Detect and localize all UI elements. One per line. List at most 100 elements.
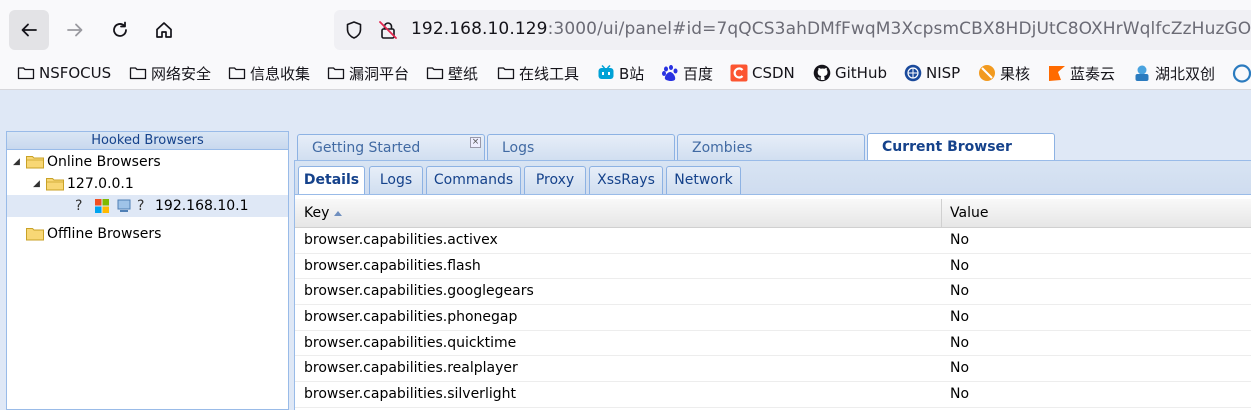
column-header-label: Key: [304, 205, 330, 221]
browser-toolbar: 192.168.10.129:3000/ui/panel#id=7qQCS3ah…: [0, 0, 1251, 56]
reload-icon: [113, 21, 127, 37]
folder-icon: [17, 67, 35, 80]
cell-value: No: [950, 232, 970, 248]
forward-button[interactable]: [55, 10, 95, 50]
table-row[interactable]: browser.capabilities.flash No: [295, 254, 1251, 280]
tree-node-offline-browsers[interactable]: Offline Browsers: [13, 223, 161, 245]
bookmark-guohe[interactable]: 果核: [978, 62, 1030, 84]
lanzou-icon: [1049, 66, 1065, 81]
folder-open-icon: [26, 156, 44, 169]
cell-key: browser.capabilities.silverlight: [304, 386, 516, 403]
bookmark-github[interactable]: GitHub: [813, 62, 887, 84]
bookmark-baidu[interactable]: 百度: [661, 62, 713, 84]
address-bar[interactable]: 192.168.10.129:3000/ui/panel#id=7qQCS3ah…: [334, 10, 1251, 50]
arrow-right-icon: [67, 23, 83, 37]
tree-node-online-browsers[interactable]: ◢ Online Browsers: [13, 151, 161, 173]
back-button[interactable]: [9, 10, 49, 50]
column-header-key[interactable]: Key: [295, 199, 942, 228]
bookmark-label: 网络安全: [151, 64, 212, 83]
tab-label: Logs: [502, 140, 535, 156]
tab-commands[interactable]: Commands: [426, 166, 521, 194]
tab-zombies[interactable]: Zombies: [677, 134, 865, 161]
folder-icon: [228, 67, 246, 80]
unknown-plugin-icon: ?: [137, 198, 145, 214]
tab-proxy[interactable]: Proxy: [524, 166, 586, 194]
shield-icon[interactable]: [344, 20, 364, 40]
cell-key: browser.capabilities.flash: [304, 257, 481, 274]
folder-icon: [426, 67, 444, 80]
tree-node-label: Offline Browsers: [47, 226, 162, 242]
tree-node-hooked-browser[interactable]: ? ? 192.168.10.1: [7, 195, 288, 217]
tab-logs[interactable]: Logs: [487, 134, 675, 161]
github-icon: [813, 64, 831, 82]
panel-title: Hooked Browsers: [7, 132, 288, 150]
tree-node-label: 127.0.0.1: [67, 176, 134, 192]
bookmark-csdn[interactable]: CSDN: [730, 62, 795, 84]
bookmark-label: CSDN: [752, 64, 795, 82]
column-header-value[interactable]: Value: [942, 199, 1251, 228]
bookmark-label: 果核: [1000, 64, 1031, 83]
home-button[interactable]: [144, 10, 184, 50]
tab-getting-started[interactable]: Getting Started ×: [297, 134, 485, 161]
tab-logs-sub[interactable]: Logs: [369, 166, 423, 194]
tab-network[interactable]: Network: [666, 166, 741, 194]
table-row[interactable]: browser.capabilities.activex No: [295, 228, 1251, 254]
bookmark-label: 湖北双创: [1155, 64, 1216, 83]
main-tab-bar: Getting Started × Logs Zombies Current B…: [294, 131, 1251, 162]
more-bookmarks-icon[interactable]: [1232, 64, 1251, 83]
bookmark-label: 壁纸: [448, 64, 479, 83]
folder-icon: [129, 67, 147, 80]
bookmark-label: 百度: [683, 64, 714, 83]
bookmark-label: 信息收集: [250, 64, 311, 83]
folder-icon: [497, 67, 515, 80]
bookmark-xinxishouji[interactable]: 信息收集: [228, 62, 310, 84]
table-row[interactable]: browser.capabilities.silverlight No: [295, 382, 1251, 408]
cell-key: browser.capabilities.quicktime: [304, 334, 517, 351]
tab-details[interactable]: Details: [298, 166, 365, 194]
cell-value: No: [950, 334, 970, 351]
tree-node-label: Online Browsers: [47, 154, 161, 170]
table-row[interactable]: browser.capabilities.realplayer No: [295, 356, 1251, 383]
nisp-icon: [904, 64, 922, 82]
reload-button[interactable]: [100, 10, 140, 50]
bookmark-bilibili[interactable]: B站: [597, 62, 644, 84]
bookmark-lanzouyun[interactable]: 蓝奏云: [1048, 62, 1115, 84]
cell-value: No: [950, 386, 970, 403]
guohe-icon: [979, 65, 995, 81]
bookmark-zaixiangongju[interactable]: 在线工具: [497, 62, 579, 84]
bookmark-label: 蓝奏云: [1070, 64, 1116, 83]
expand-caret-icon[interactable]: ◢: [13, 157, 23, 167]
table-row[interactable]: browser.capabilities.phonegap No: [295, 305, 1251, 331]
hardware-desktop-icon: [117, 199, 131, 212]
home-icon: [156, 22, 172, 38]
table-row[interactable]: browser.capabilities.quicktime No: [295, 331, 1251, 357]
arrow-left-icon: [21, 23, 37, 37]
cell-key: browser.capabilities.phonegap: [304, 309, 518, 326]
unknown-browser-icon: ?: [75, 198, 83, 214]
bookmark-hubeishuangchuang[interactable]: 湖北双创: [1133, 62, 1215, 84]
bookmark-label: GitHub: [835, 64, 887, 82]
close-icon[interactable]: ×: [470, 137, 481, 148]
hubei-icon: [1135, 65, 1149, 81]
tab-xssrays[interactable]: XssRays: [589, 166, 663, 194]
bookmark-loudongpingtai[interactable]: 漏洞平台: [327, 62, 409, 84]
details-grid-body: browser.capabilities.activex No browser.c…: [295, 228, 1251, 408]
url-text[interactable]: 192.168.10.129:3000/ui/panel#id=7qQCS3ah…: [411, 19, 1251, 39]
bookmark-nisp[interactable]: NISP: [904, 62, 960, 84]
tab-current-browser[interactable]: Current Browser: [867, 133, 1055, 162]
bookmark-label: B站: [619, 64, 645, 83]
tree-node-host[interactable]: ◢ 127.0.0.1: [33, 173, 134, 195]
tab-label: Current Browser: [882, 139, 1012, 155]
expand-caret-icon[interactable]: ◢: [33, 179, 43, 189]
insecure-lock-icon[interactable]: [378, 20, 398, 40]
bookmark-wangluoanquan[interactable]: 网络安全: [129, 62, 211, 84]
bookmark-nsfocus[interactable]: NSFOCUS: [17, 62, 111, 84]
url-host: 192.168.10.129: [411, 19, 548, 39]
folder-open-icon: [46, 178, 64, 191]
sub-tab-bar: Details Logs Commands Proxy XssRays Netw…: [295, 161, 1251, 195]
cell-key: browser.capabilities.googlegears: [304, 283, 534, 300]
sort-ascending-icon: [334, 210, 343, 216]
bookmark-bizhi[interactable]: 壁纸: [426, 62, 478, 84]
tree-node-label: 192.168.10.1: [155, 198, 249, 214]
table-row[interactable]: browser.capabilities.googlegears No: [295, 279, 1251, 306]
